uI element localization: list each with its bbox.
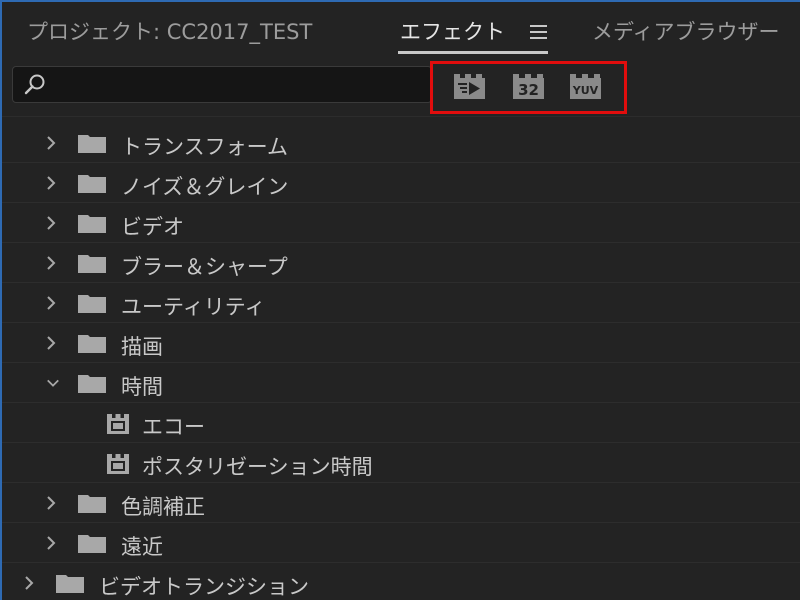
tree-row-label: トランスフォーム bbox=[121, 135, 288, 159]
video-effect-icon bbox=[107, 454, 129, 474]
search-icon bbox=[24, 74, 45, 95]
chevron-right-icon[interactable] bbox=[44, 175, 58, 191]
tab-effects[interactable]: エフェクト bbox=[400, 16, 505, 46]
tab-bar: プロジェクト: CC2017_TEST エフェクト メディアブラウザー bbox=[2, 2, 800, 60]
chevron-down-icon[interactable] bbox=[46, 375, 60, 391]
folder-icon bbox=[78, 215, 106, 233]
tree-folder-perspective[interactable]: 遠近 bbox=[2, 523, 800, 563]
folder-icon bbox=[78, 535, 106, 553]
yuv-icon[interactable]: YUV bbox=[569, 72, 602, 100]
tree-row-label: 時間 bbox=[121, 375, 163, 399]
tab-project[interactable]: プロジェクト: CC2017_TEST bbox=[27, 16, 312, 46]
chevron-right-icon[interactable] bbox=[44, 295, 58, 311]
folder-icon bbox=[56, 575, 84, 593]
folder-icon bbox=[78, 175, 106, 193]
active-tab-indicator bbox=[398, 51, 548, 54]
tree-row-label: ユーティリティ bbox=[121, 295, 266, 319]
search-field[interactable] bbox=[12, 66, 432, 103]
folder-icon bbox=[78, 335, 106, 353]
folder-icon bbox=[78, 295, 106, 313]
divider bbox=[2, 116, 800, 117]
tree-folder-utility[interactable]: ユーティリティ bbox=[2, 283, 800, 323]
video-effect-icon bbox=[107, 414, 129, 434]
tree-row-label: ビデオ bbox=[121, 215, 184, 239]
chevron-right-icon[interactable] bbox=[44, 335, 58, 351]
tree-row-label: ブラー＆シャープ bbox=[121, 255, 288, 279]
tree-folder-transform[interactable]: トランスフォーム bbox=[2, 123, 800, 163]
chevron-right-icon[interactable] bbox=[44, 215, 58, 231]
panel-menu-icon[interactable] bbox=[530, 25, 547, 39]
accelerated-effects-icon[interactable] bbox=[453, 72, 486, 100]
tree-row-label: 色調補正 bbox=[121, 495, 205, 519]
tree-folder-video-transitions[interactable]: ビデオトランジション bbox=[2, 563, 800, 600]
tree-row-label: ポスタリゼーション時間 bbox=[142, 455, 373, 479]
tree-folder-blur-sharpen[interactable]: ブラー＆シャープ bbox=[2, 243, 800, 283]
effects-panel: プロジェクト: CC2017_TEST エフェクト メディアブラウザー 32 Y… bbox=[0, 0, 800, 600]
tree-effect-echo[interactable]: エコー bbox=[2, 403, 800, 443]
tree-effect-posterize-time[interactable]: ポスタリゼーション時間 bbox=[2, 443, 800, 483]
chevron-right-icon[interactable] bbox=[22, 575, 36, 591]
tree-folder-time[interactable]: 時間 bbox=[2, 363, 800, 403]
tree-row-label: ノイズ＆グレイン bbox=[121, 175, 289, 199]
32bit-color-icon[interactable]: 32 bbox=[512, 72, 545, 100]
tree-row-label: 描画 bbox=[121, 335, 163, 359]
folder-icon bbox=[78, 255, 106, 273]
svg-text:YUV: YUV bbox=[572, 84, 599, 97]
folder-icon bbox=[78, 135, 106, 153]
svg-text:32: 32 bbox=[518, 81, 539, 99]
tree-folder-generate[interactable]: 描画 bbox=[2, 323, 800, 363]
tree-folder-noise-grain[interactable]: ノイズ＆グレイン bbox=[2, 163, 800, 203]
folder-icon bbox=[78, 495, 106, 513]
folder-icon bbox=[78, 375, 106, 393]
tree-folder-video[interactable]: ビデオ bbox=[2, 203, 800, 243]
effects-tree: トランスフォーム ノイズ＆グレイン ビデオ ブラー＆シャープ ユーティリティ 描… bbox=[2, 123, 800, 600]
tree-row-label: ビデオトランジション bbox=[99, 575, 309, 599]
chevron-right-icon[interactable] bbox=[44, 535, 58, 551]
tab-media-browser[interactable]: メディアブラウザー bbox=[592, 16, 780, 46]
search-input[interactable] bbox=[53, 71, 427, 100]
chevron-right-icon[interactable] bbox=[44, 255, 58, 271]
tree-folder-color-correction[interactable]: 色調補正 bbox=[2, 483, 800, 523]
tree-row-label: 遠近 bbox=[121, 535, 163, 559]
chevron-right-icon[interactable] bbox=[44, 135, 58, 151]
tree-row-label: エコー bbox=[142, 415, 205, 439]
chevron-right-icon[interactable] bbox=[44, 495, 58, 511]
